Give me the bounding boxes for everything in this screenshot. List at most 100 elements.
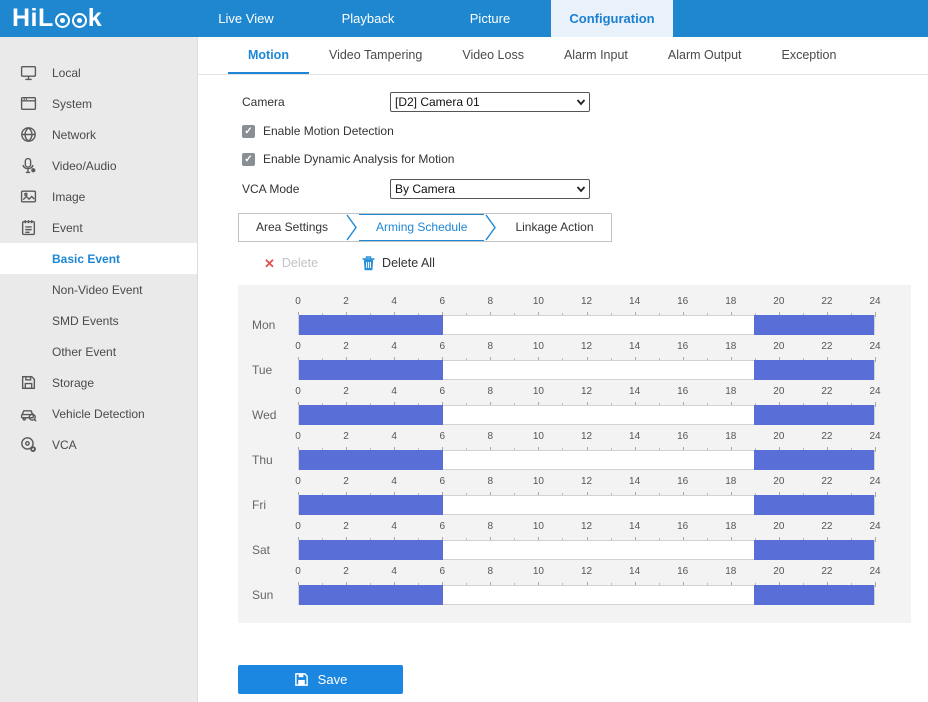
- sidebar-item-non-video-event[interactable]: Non-Video Event: [0, 274, 197, 305]
- schedule-segment[interactable]: [754, 360, 874, 380]
- sidebar-item-event[interactable]: Event: [0, 212, 197, 243]
- image-icon: [20, 188, 37, 205]
- schedule-track[interactable]: [298, 540, 875, 560]
- schedule-segment[interactable]: [754, 315, 874, 335]
- tick-mark: [875, 537, 876, 542]
- sidebar-item-video-audio[interactable]: Video/Audio: [0, 150, 197, 181]
- hour-label: 4: [391, 341, 397, 352]
- delete-button[interactable]: ✕ Delete: [264, 256, 318, 270]
- tab-alarm-input[interactable]: Alarm Input: [544, 37, 648, 74]
- hour-label: 8: [488, 386, 494, 397]
- tab-video-loss[interactable]: Video Loss: [442, 37, 544, 74]
- hour-label: 0: [295, 476, 301, 487]
- schedule-segment[interactable]: [754, 495, 874, 515]
- nav-picture[interactable]: Picture: [429, 0, 551, 37]
- subtab-linkage-action[interactable]: Linkage Action: [498, 214, 610, 241]
- schedule-row: Tue024681012141618202224: [238, 339, 911, 384]
- schedule-segment[interactable]: [299, 360, 443, 380]
- save-floppy-icon: [294, 672, 309, 687]
- schedule-segment[interactable]: [299, 540, 443, 560]
- hour-label: 12: [581, 476, 592, 487]
- schedule-track[interactable]: [298, 495, 875, 515]
- schedule-segment[interactable]: [754, 540, 874, 560]
- hour-label: 22: [821, 386, 832, 397]
- sidebar-item-image[interactable]: Image: [0, 181, 197, 212]
- tick-mark: [875, 312, 876, 317]
- hour-label: 24: [869, 431, 880, 442]
- enable-motion-detection-checkbox[interactable]: ✓ Enable Motion Detection: [242, 123, 928, 139]
- sidebar-item-label: Basic Event: [52, 252, 120, 266]
- hour-label: 24: [869, 296, 880, 307]
- tab-exception[interactable]: Exception: [762, 37, 857, 74]
- enable-dynamic-analysis-label: Enable Dynamic Analysis for Motion: [263, 152, 454, 166]
- sidebar-item-vca[interactable]: VCA: [0, 429, 197, 460]
- hour-axis: 024681012141618202224: [298, 341, 875, 353]
- schedule-segment[interactable]: [299, 405, 443, 425]
- vca-mode-select[interactable]: By Camera: [390, 179, 590, 199]
- sidebar-item-local[interactable]: Local: [0, 57, 197, 88]
- hour-label: 4: [391, 296, 397, 307]
- floppy-icon: [20, 374, 37, 391]
- sidebar-item-other-event[interactable]: Other Event: [0, 336, 197, 367]
- hour-label: 24: [869, 566, 880, 577]
- subtab-arming-schedule[interactable]: Arming Schedule: [359, 214, 484, 241]
- hour-label: 16: [677, 566, 688, 577]
- hour-label: 20: [773, 476, 784, 487]
- day-label: Sun: [252, 588, 292, 602]
- sidebar: Local System Network Video/Audio Image E…: [0, 37, 198, 702]
- camera-select[interactable]: [D2] Camera 01: [390, 92, 590, 112]
- schedule-row: Sun024681012141618202224: [238, 564, 911, 609]
- hour-axis: 024681012141618202224: [298, 431, 875, 443]
- schedule-track[interactable]: [298, 315, 875, 335]
- sidebar-item-basic-event[interactable]: Basic Event: [0, 243, 197, 274]
- top-navigation: Live View Playback Picture Configuration: [185, 0, 673, 37]
- schedule-track[interactable]: [298, 405, 875, 425]
- schedule-segment[interactable]: [299, 450, 443, 470]
- enable-dynamic-analysis-checkbox[interactable]: ✓ Enable Dynamic Analysis for Motion: [242, 151, 928, 167]
- schedule-segment[interactable]: [754, 450, 874, 470]
- tab-video-tampering[interactable]: Video Tampering: [309, 37, 442, 74]
- day-label: Thu: [252, 453, 292, 467]
- subtab-area-settings[interactable]: Area Settings: [239, 214, 345, 241]
- hour-label: 10: [533, 296, 544, 307]
- delete-all-button[interactable]: Delete All: [362, 256, 435, 271]
- schedule-segment[interactable]: [754, 405, 874, 425]
- day-label: Mon: [252, 318, 292, 332]
- sidebar-item-storage[interactable]: Storage: [0, 367, 197, 398]
- schedule-segment[interactable]: [754, 585, 874, 605]
- logo-text-right: k: [88, 4, 102, 33]
- hour-label: 8: [488, 296, 494, 307]
- sidebar-item-smd-events[interactable]: SMD Events: [0, 305, 197, 336]
- sidebar-item-system[interactable]: System: [0, 88, 197, 119]
- hour-label: 14: [629, 341, 640, 352]
- top-bar: HiLk Live View Playback Picture Configur…: [0, 0, 928, 37]
- schedule-segment[interactable]: [299, 585, 443, 605]
- sidebar-item-vehicle-detection[interactable]: Vehicle Detection: [0, 398, 197, 429]
- sidebar-item-network[interactable]: Network: [0, 119, 197, 150]
- schedule-track[interactable]: [298, 450, 875, 470]
- save-button[interactable]: Save: [238, 665, 403, 694]
- hour-label: 22: [821, 296, 832, 307]
- tab-motion[interactable]: Motion: [228, 37, 309, 74]
- hour-label: 6: [439, 386, 445, 397]
- sidebar-item-label: Image: [52, 190, 85, 204]
- schedule-segment[interactable]: [299, 495, 443, 515]
- hour-label: 18: [725, 521, 736, 532]
- hour-label: 18: [725, 386, 736, 397]
- delete-all-label: Delete All: [382, 256, 435, 270]
- hour-label: 10: [533, 431, 544, 442]
- hour-label: 22: [821, 476, 832, 487]
- hour-label: 16: [677, 386, 688, 397]
- schedule-row: Thu 024681012141618202224: [238, 429, 911, 474]
- schedule-segment[interactable]: [299, 315, 443, 335]
- schedule-track[interactable]: [298, 360, 875, 380]
- nav-playback[interactable]: Playback: [307, 0, 429, 37]
- schedule-track[interactable]: [298, 585, 875, 605]
- nav-configuration[interactable]: Configuration: [551, 0, 673, 37]
- hour-label: 6: [439, 521, 445, 532]
- hour-label: 2: [343, 566, 349, 577]
- tab-alarm-output[interactable]: Alarm Output: [648, 37, 762, 74]
- hour-label: 20: [773, 566, 784, 577]
- schedule-row: Wed024681012141618202224: [238, 384, 911, 429]
- nav-live-view[interactable]: Live View: [185, 0, 307, 37]
